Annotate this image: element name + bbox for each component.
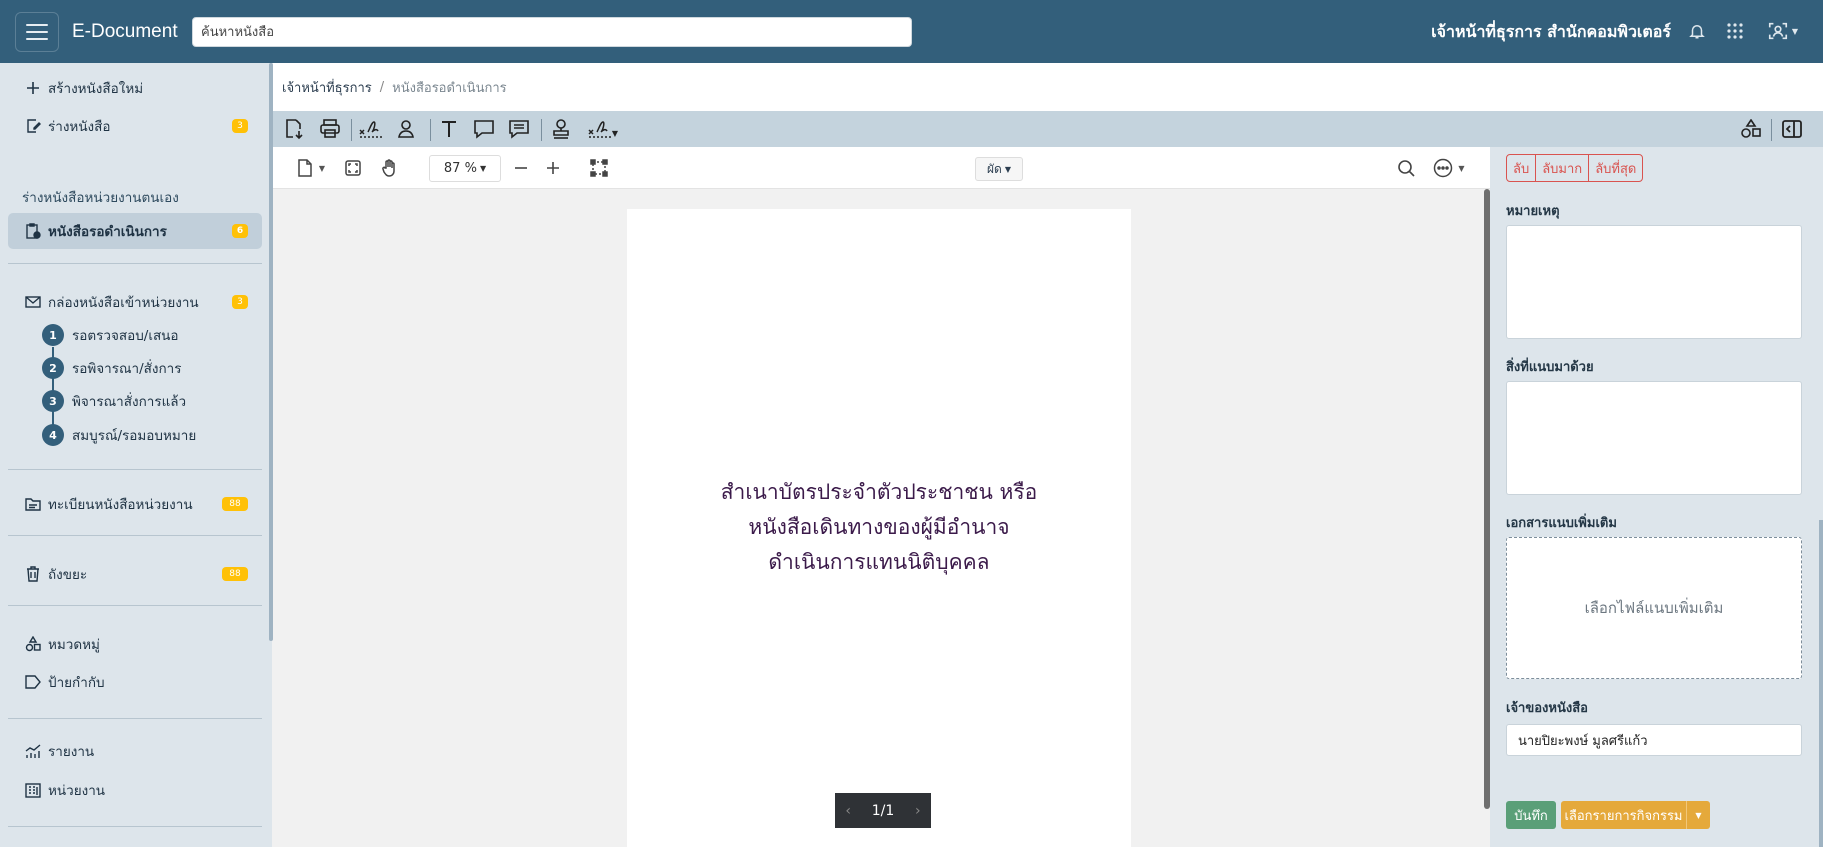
page-view-icon[interactable]: ▼ <box>293 157 329 179</box>
registry-count-badge: 88 <box>222 497 248 511</box>
step-item[interactable]: 2 รอพิจารณา/สั่งการ <box>42 355 182 381</box>
mail-icon <box>24 293 42 311</box>
zoom-out-icon[interactable] <box>510 157 532 179</box>
sidebar-divider <box>8 605 262 606</box>
owner-field[interactable]: นายปิยะพงษ์ มูลศรีแก้ว <box>1506 724 1802 756</box>
breadcrumb-root[interactable]: เจ้าหน้าที่ธุรการ <box>282 77 372 98</box>
export-doc-icon[interactable] <box>281 116 307 142</box>
sidebar-divider <box>8 263 262 264</box>
activity-dropdown-button[interactable]: เลือกรายการกิจกรรม ▼ <box>1561 801 1710 829</box>
page-content: สำเนาบัตรประจำตัวประชาชน หรือ หนังสือเดิ… <box>720 480 1038 574</box>
sidebar-item-inbox[interactable]: กล่องหนังสือเข้าหน่วยงาน 3 <box>8 284 262 320</box>
app-title: E-Document <box>72 20 178 42</box>
shapes-icon <box>24 635 42 653</box>
top-secret-button[interactable]: ลับที่สุด <box>1589 155 1642 181</box>
note-label: หมายเหตุ <box>1506 204 1560 219</box>
step-item[interactable]: 1 รอตรวจสอบ/เสนอ <box>42 322 179 348</box>
apps-grid-icon[interactable] <box>1724 20 1746 42</box>
panel-scrollbar[interactable] <box>1819 520 1823 847</box>
clipboard-clock-icon <box>24 222 42 240</box>
folder-list-icon <box>24 495 42 513</box>
building-icon <box>24 781 42 799</box>
sidebar-item-report[interactable]: รายงาน <box>8 733 262 769</box>
text-icon[interactable] <box>436 116 462 142</box>
next-page-icon[interactable]: › <box>915 803 921 819</box>
user-name[interactable]: เจ้าหน้าที่ธุรการ สำนักคอมพิวเตอร์ <box>1431 20 1671 45</box>
secret-button[interactable]: ลับ <box>1507 155 1537 181</box>
stamp-icon[interactable] <box>548 116 574 142</box>
sidebar-toggle-icon[interactable] <box>1779 116 1805 142</box>
attachments-label: สิ่งที่แนบมาด้วย <box>1506 360 1594 375</box>
sidebar-item-tag[interactable]: ป้ายกำกับ <box>8 664 262 700</box>
chevron-down-icon[interactable]: ▼ <box>1686 801 1710 829</box>
owner-label: เจ้าของหนังสือ <box>1506 701 1588 716</box>
sidebar-item-registry[interactable]: ทะเบียนหนังสือหน่วยงาน 88 <box>8 486 262 522</box>
inbox-count-badge: 3 <box>232 295 248 309</box>
shapes-icon[interactable] <box>1738 116 1764 142</box>
sidebar-divider <box>8 535 262 536</box>
page-navigator: ‹ 1/1 › <box>835 793 931 828</box>
sidebar-divider <box>8 826 262 827</box>
toolbar-divider <box>351 119 352 141</box>
viewer-controls: ▼ 87 % ▼ ผัด ▼ ▼ <box>273 147 1490 189</box>
menu-toggle-button[interactable] <box>15 11 59 52</box>
page-indicator[interactable]: 1/1 <box>872 803 895 819</box>
extra-files-label: เอกสารแนบเพิ่มเติม <box>1506 516 1617 531</box>
fit-page-icon[interactable] <box>341 157 365 179</box>
properties-panel: ลับ ลับมาก ลับที่สุด หมายเหตุ สิ่งที่แนบ… <box>1490 147 1823 847</box>
breadcrumb: เจ้าหน้าที่ธุรการ / หนังสือรอดำเนินการ <box>273 63 1823 111</box>
document-viewer: ▼ 87 % ▼ ผัด ▼ ▼ สำเนาบัตรประจำตัวประชาช… <box>273 147 1490 847</box>
toolbar-divider <box>1771 119 1772 141</box>
sidebar-divider <box>8 718 262 719</box>
sidebar-section-heading: ร่างหนังสือหน่วยงานตนเอง <box>22 190 179 206</box>
document-page: สำเนาบัตรประจำตัวประชาชน หรือ หนังสือเดิ… <box>627 209 1131 847</box>
signature-dropdown-icon[interactable]: ▼ <box>583 116 623 142</box>
secrecy-level-group: ลับ ลับมาก ลับที่สุด <box>1506 154 1644 182</box>
tag-icon <box>24 673 42 691</box>
comment-lines-icon[interactable] <box>506 116 532 142</box>
step-item[interactable]: 3 พิจารณาสั่งการแล้ว <box>42 388 186 414</box>
trash-icon <box>24 565 42 583</box>
toolbar-divider <box>430 119 431 141</box>
sidebar-divider <box>8 469 262 470</box>
stamp-person-icon[interactable] <box>393 116 419 142</box>
sidebar-item-category[interactable]: หมวดหมู่ <box>8 626 262 662</box>
sidebar-item-draft[interactable]: ร่างหนังสือ 3 <box>8 108 262 144</box>
plus-icon <box>24 79 42 97</box>
draft-count-badge: 3 <box>232 119 248 133</box>
sidebar-item-trash[interactable]: ถังขยะ 88 <box>8 556 262 592</box>
pan-hand-icon[interactable] <box>377 157 401 179</box>
pending-count-badge: 6 <box>232 224 248 238</box>
save-button[interactable]: บันทึก <box>1506 801 1556 829</box>
print-icon[interactable] <box>317 116 343 142</box>
search-icon[interactable] <box>1395 157 1417 179</box>
sidebar-item-pending[interactable]: หนังสือรอดำเนินการ 6 <box>8 213 262 249</box>
sidebar: สร้างหนังสือใหม่ ร่างหนังสือ 3 ร่างหนังส… <box>0 63 272 847</box>
selection-box-icon[interactable] <box>588 157 610 179</box>
trash-count-badge: 88 <box>222 567 248 581</box>
prev-page-icon[interactable]: ‹ <box>845 803 851 819</box>
step-item[interactable]: 4 สมบูรณ์/รอมอบหมาย <box>42 422 196 448</box>
note-textarea[interactable] <box>1506 225 1802 339</box>
user-scan-icon[interactable]: ▼ <box>1764 20 1800 42</box>
more-options-icon[interactable]: ▼ <box>1431 157 1467 179</box>
edit-document-icon <box>24 117 42 135</box>
breadcrumb-separator: / <box>379 79 385 95</box>
zoom-in-icon[interactable] <box>542 157 564 179</box>
chart-line-icon <box>24 742 42 760</box>
comment-icon[interactable] <box>471 116 497 142</box>
very-secret-button[interactable]: ลับมาก <box>1536 155 1590 181</box>
sidebar-item-create[interactable]: สร้างหนังสือใหม่ <box>8 70 262 106</box>
bell-icon[interactable] <box>1686 20 1708 42</box>
toolbar-divider <box>541 119 542 141</box>
signature-icon[interactable] <box>358 116 384 142</box>
file-drop-zone[interactable]: เลือกไฟล์แนบเพิ่มเติม <box>1506 537 1802 679</box>
annotation-mode-select[interactable]: ผัด ▼ <box>975 157 1023 181</box>
attachments-textarea[interactable] <box>1506 381 1802 495</box>
breadcrumb-current: หนังสือรอดำเนินการ <box>392 80 507 96</box>
annotation-toolbar: ▼ <box>273 111 1823 147</box>
zoom-select[interactable]: 87 % ▼ <box>429 155 501 182</box>
sidebar-item-unit[interactable]: หน่วยงาน <box>8 772 262 808</box>
search-input[interactable] <box>192 17 912 47</box>
